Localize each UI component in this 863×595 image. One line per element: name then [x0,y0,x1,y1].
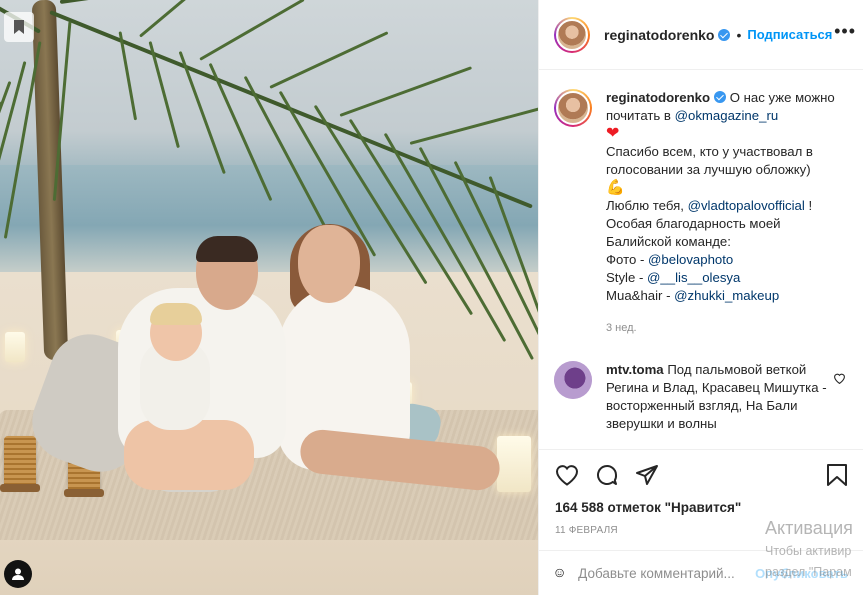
child-hair [150,303,202,325]
caption-line: Style - [606,270,648,285]
caption-line: Mua&hair - [606,288,675,303]
caption-line: Спасибо всем, кто у участвовал в голосов… [606,144,813,177]
add-comment-bar: Опубликовать [539,550,863,595]
muscle-emoji: 💪 [606,179,625,196]
comment-bubble-icon[interactable] [595,463,619,487]
woman-face [298,225,360,303]
comment-item: mtv.toma Под пальмовой веткой Регина и В… [554,361,848,433]
mention-link[interactable]: @__lis__olesya [647,270,740,285]
bookmark-icon[interactable] [826,463,848,487]
lantern [4,436,36,488]
mention-link[interactable]: @vladtopalovofficial [688,198,805,213]
action-icons [555,462,848,488]
user-tag-icon[interactable] [4,560,32,588]
like-heart-icon[interactable] [555,464,579,486]
avatar[interactable] [554,16,590,53]
more-options-icon[interactable]: ••• [834,22,856,40]
mention-link[interactable]: @belovaphoto [648,252,733,267]
likes-count[interactable]: 164 588 отметок "Нравится" [555,500,848,515]
caption-line: Люблю тебя, [606,198,688,213]
verified-badge-icon [714,91,727,103]
header-username[interactable]: reginatodorenko [604,27,714,43]
comment-input[interactable] [578,565,756,581]
separator-dot: • [736,26,742,43]
post-date[interactable]: 11 ФЕВРАЛЯ [555,525,848,536]
heart-emoji: ❤ [606,125,620,142]
mention-link[interactable]: @okmagazine_ru [675,108,779,123]
post-photo[interactable] [0,0,538,595]
share-direct-icon[interactable] [635,463,659,487]
commenter-avatar[interactable] [554,361,592,399]
caption-username[interactable]: reginatodorenko [606,90,710,105]
publish-button[interactable]: Опубликовать [755,566,848,581]
post-actions: 164 588 отметок "Нравится" 11 ФЕВРАЛЯ [539,449,863,536]
caption-avatar[interactable] [554,89,592,127]
caption-line: Фото - [606,252,649,267]
lantern-base [0,484,40,492]
lantern-base [64,489,104,497]
comment-like-icon[interactable] [833,371,846,389]
post-panel: reginatodorenko • Подписаться ••• regina… [538,0,863,595]
comment-text: mtv.toma Под пальмовой веткой Регина и В… [606,361,844,433]
caption-text: reginatodorenko О нас уже можно почитать… [606,89,844,337]
comments-list[interactable]: reginatodorenko О нас уже можно почитать… [539,71,863,449]
candle [497,436,531,492]
commenter-username[interactable]: mtv.toma [606,362,664,377]
post-header: reginatodorenko • Подписаться ••• [539,0,863,70]
mention-link[interactable]: @zhukki_makeup [674,288,779,303]
caption: reginatodorenko О нас уже можно почитать… [554,89,848,337]
man-hair [196,236,258,262]
bookmark-corner-icon[interactable] [4,12,34,42]
candle [5,332,25,362]
caption-line: Особая благодарность моей Балийской кома… [606,216,781,249]
follow-button[interactable]: Подписаться [747,27,832,42]
child-legs [124,420,254,490]
caption-time[interactable]: 3 нед. [606,319,844,337]
emoji-icon[interactable] [555,561,564,585]
verified-badge-icon [718,28,731,41]
caption-line: ! [804,198,813,213]
